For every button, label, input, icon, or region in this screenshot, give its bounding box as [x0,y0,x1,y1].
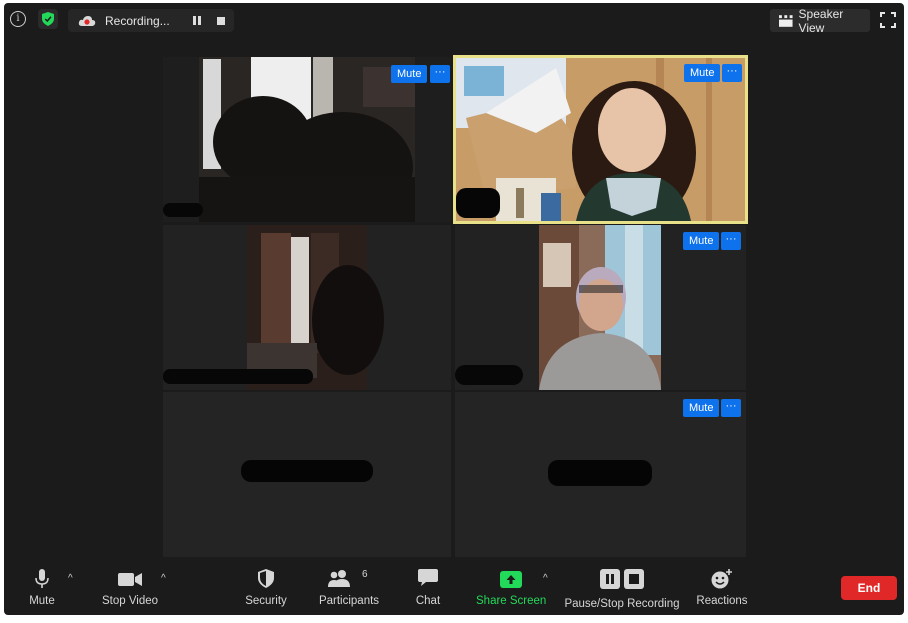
mute-participant-button[interactable]: Mute [683,399,720,417]
info-icon[interactable]: i [10,11,26,27]
stop-recording-icon[interactable] [217,16,225,25]
more-options-button[interactable]: ··· [721,232,741,250]
pause-recording-icon[interactable] [193,15,203,26]
fullscreen-icon[interactable] [880,12,896,28]
mute-participant-button[interactable]: Mute [391,65,428,83]
speaker-view-icon [779,14,793,27]
pause-stop-recording-button[interactable]: Pause/Stop Recording [562,560,682,615]
end-meeting-button[interactable]: End [841,576,897,600]
participant-video-tile[interactable]: Mute ··· [163,57,451,222]
share-screen-label: Share Screen [476,595,547,607]
mute-participant-button[interactable]: Mute [683,232,720,250]
stop-video-label: Stop Video [101,595,159,607]
participants-icon [327,570,350,587]
top-bar: i Recording... Speaker View [4,3,904,37]
share-screen-icon [500,571,522,588]
mute-button[interactable]: Mute [16,560,68,615]
participants-count: 6 [362,569,368,580]
pause-stop-recording-label: Pause/Stop Recording [564,598,680,610]
participant-video [163,225,384,390]
zoom-meeting-window: i Recording... Speaker View Mute ··· Mut… [4,3,904,615]
reactions-button[interactable]: Reactions [694,560,750,615]
microphone-icon [35,569,49,588]
more-options-button[interactable]: ··· [722,64,742,82]
share-screen-button[interactable]: Share Screen [476,560,546,615]
reactions-emoji-icon [711,569,732,589]
meeting-controls-toolbar: Mute ^ Stop Video ^ Security 6 Participa… [4,560,904,615]
participants-button[interactable]: 6 Participants [314,560,384,615]
speaker-view-button[interactable]: Speaker View [770,6,870,35]
participant-video [456,58,745,221]
reactions-label: Reactions [696,595,748,607]
cloud-recording-icon [78,15,96,26]
mute-participant-button[interactable]: Mute [684,64,721,82]
recording-indicator: Recording... [68,9,234,32]
participant-video-tile[interactable] [163,392,451,557]
speaker-view-label: Speaker View [798,6,844,35]
participant-video-tile[interactable]: Mute ··· [455,225,746,390]
redacted-name [548,460,652,486]
security-shield-icon [258,569,274,588]
chat-button[interactable]: Chat [408,560,448,615]
more-options-button[interactable]: ··· [430,65,450,83]
recording-label: Recording... [105,13,170,28]
security-button[interactable]: Security [241,560,291,615]
participant-video-tile[interactable]: Mute ··· [455,392,746,557]
video-options-chevron-icon[interactable]: ^ [161,573,166,584]
share-options-chevron-icon[interactable]: ^ [543,573,548,584]
more-options-button[interactable]: ··· [721,399,741,417]
participant-video-tile[interactable] [163,225,451,390]
audio-options-chevron-icon[interactable]: ^ [68,573,73,584]
chat-label: Chat [415,595,441,607]
video-camera-icon [118,573,142,586]
redacted-name [241,460,373,482]
encryption-shield-icon[interactable] [38,9,58,29]
security-label: Security [245,595,287,607]
participants-label: Participants [318,595,380,607]
chat-icon [418,569,438,586]
mute-label: Mute [29,595,55,607]
active-speaker-video-tile[interactable]: Mute ··· [453,55,748,224]
pause-stop-recording-icon [600,569,644,589]
stop-video-button[interactable]: Stop Video [96,560,164,615]
